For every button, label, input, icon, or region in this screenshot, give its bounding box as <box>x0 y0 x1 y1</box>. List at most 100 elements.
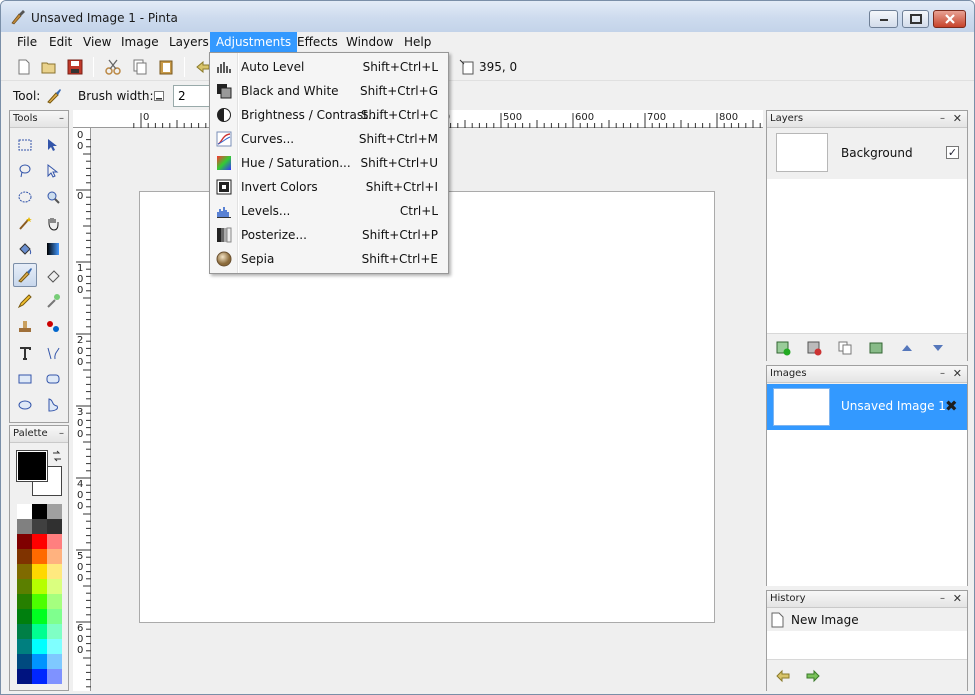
palette-swatch[interactable] <box>17 579 32 594</box>
palette-swatch[interactable] <box>32 594 47 609</box>
ellipse-tool[interactable] <box>13 393 37 417</box>
palette-swatch[interactable] <box>32 564 47 579</box>
paste-icon[interactable] <box>157 58 175 76</box>
images-panel-minimize[interactable]: – <box>940 368 945 379</box>
primary-color-swatch[interactable] <box>16 450 48 482</box>
palette-panel-minimize[interactable]: – <box>59 428 64 439</box>
menu-image[interactable]: Image <box>115 32 165 52</box>
menu-effects[interactable]: Effects <box>291 32 344 52</box>
layers-panel-close[interactable]: ✕ <box>953 112 962 125</box>
line-curve-tool[interactable] <box>41 341 65 365</box>
rectangle-tool[interactable] <box>13 367 37 391</box>
title-bar[interactable]: Unsaved Image 1 - Pinta <box>1 1 974 32</box>
delete-layer-icon[interactable] <box>806 340 822 356</box>
palette-swatch[interactable] <box>17 564 32 579</box>
layer-visibility-checkbox[interactable]: ✓ <box>946 146 959 159</box>
palette-swatch[interactable] <box>32 549 47 564</box>
move-selected-tool[interactable] <box>41 133 65 157</box>
layers-panel-minimize[interactable]: – <box>940 113 945 124</box>
palette-swatch[interactable] <box>47 624 62 639</box>
clone-stamp-tool[interactable] <box>13 315 37 339</box>
duplicate-layer-icon[interactable] <box>837 340 853 356</box>
palette-swatch[interactable] <box>17 504 32 519</box>
palette-swatch[interactable] <box>32 534 47 549</box>
text-tool[interactable] <box>13 341 37 365</box>
palette-swatch[interactable] <box>32 579 47 594</box>
history-panel-minimize[interactable]: – <box>940 593 945 604</box>
palette-swatch[interactable] <box>32 654 47 669</box>
palette-swatch[interactable] <box>47 609 62 624</box>
layer-item[interactable]: Background ✓ <box>767 129 967 179</box>
palette-swatch[interactable] <box>17 549 32 564</box>
open-folder-icon[interactable] <box>40 58 58 76</box>
zoom-tool[interactable] <box>41 185 65 209</box>
lasso-select-tool[interactable] <box>13 159 37 183</box>
images-panel-close[interactable]: ✕ <box>953 367 962 380</box>
close-image-icon[interactable]: ✖ <box>945 397 958 415</box>
menu-item-posterize[interactable]: Posterize... Shift+Ctrl+P <box>212 223 446 247</box>
menu-item-levels[interactable]: Levels... Ctrl+L <box>212 199 446 223</box>
pencil-tool[interactable] <box>13 289 37 313</box>
new-file-icon[interactable] <box>15 58 33 76</box>
menu-item-invert-colors[interactable]: Invert Colors Shift+Ctrl+I <box>212 175 446 199</box>
rounded-rectangle-tool[interactable] <box>41 367 65 391</box>
minimize-button[interactable] <box>869 10 898 28</box>
ellipse-select-tool[interactable] <box>13 185 37 209</box>
palette-swatch[interactable] <box>32 609 47 624</box>
palette-swatch[interactable] <box>32 519 47 534</box>
pan-tool[interactable] <box>41 211 65 235</box>
palette-swatch[interactable] <box>17 594 32 609</box>
move-layer-down-icon[interactable] <box>930 340 946 356</box>
tools-panel-minimize[interactable]: – <box>59 113 64 124</box>
palette-swatch[interactable] <box>47 564 62 579</box>
freeform-shape-tool[interactable] <box>41 393 65 417</box>
menu-edit[interactable]: Edit <box>43 32 78 52</box>
undo-icon[interactable] <box>775 668 791 684</box>
palette-swatch[interactable] <box>47 534 62 549</box>
color-picker-tool[interactable] <box>41 289 65 313</box>
history-item[interactable]: New Image <box>767 609 967 631</box>
menu-item-curves[interactable]: Curves... Shift+Ctrl+M <box>212 127 446 151</box>
palette-swatch[interactable] <box>17 609 32 624</box>
menu-item-hue-saturation[interactable]: Hue / Saturation... Shift+Ctrl+U <box>212 151 446 175</box>
menu-item-black-and-white[interactable]: Black and White Shift+Ctrl+G <box>212 79 446 103</box>
menu-view[interactable]: View <box>77 32 117 52</box>
menu-window[interactable]: Window <box>340 32 399 52</box>
menu-adjustments[interactable]: Adjustments <box>210 32 298 52</box>
paintbrush-icon[interactable] <box>45 87 63 105</box>
cut-icon[interactable] <box>104 58 122 76</box>
menu-help[interactable]: Help <box>398 32 437 52</box>
brush-width-decrease-button[interactable] <box>154 91 164 101</box>
palette-swatch[interactable] <box>47 504 62 519</box>
move-layer-up-icon[interactable] <box>899 340 915 356</box>
menu-layers[interactable]: Layers <box>163 32 215 52</box>
palette-swatch[interactable] <box>47 519 62 534</box>
paintbrush-tool[interactable] <box>13 263 37 287</box>
move-selection-tool[interactable] <box>41 159 65 183</box>
menu-item-sepia[interactable]: Sepia Shift+Ctrl+E <box>212 247 446 271</box>
palette-swatch[interactable] <box>17 519 32 534</box>
eraser-tool[interactable] <box>41 263 65 287</box>
rectangle-select-tool[interactable] <box>13 133 37 157</box>
menu-item-auto-level[interactable]: Auto Level Shift+Ctrl+L <box>212 55 446 79</box>
palette-swatch[interactable] <box>17 639 32 654</box>
copy-icon[interactable] <box>131 58 149 76</box>
redo-icon[interactable] <box>805 668 821 684</box>
palette-swatch[interactable] <box>47 654 62 669</box>
add-layer-icon[interactable] <box>775 340 791 356</box>
palette-swatch[interactable] <box>17 669 32 684</box>
close-button[interactable] <box>933 10 966 28</box>
palette-swatch[interactable] <box>17 534 32 549</box>
palette-swatch[interactable] <box>32 639 47 654</box>
magic-wand-tool[interactable] <box>13 211 37 235</box>
image-item[interactable]: Unsaved Image 1 ✖ <box>767 384 967 430</box>
palette-swatch[interactable] <box>47 594 62 609</box>
menu-file[interactable]: File <box>11 32 43 52</box>
palette-swatch[interactable] <box>32 504 47 519</box>
menu-item-brightness-contrast[interactable]: Brightness / Contrast... Shift+Ctrl+C <box>212 103 446 127</box>
maximize-button[interactable] <box>902 10 929 28</box>
palette-swatch[interactable] <box>17 624 32 639</box>
gradient-tool[interactable] <box>41 237 65 261</box>
brush-width-input[interactable] <box>173 85 213 107</box>
palette-swatch[interactable] <box>47 549 62 564</box>
